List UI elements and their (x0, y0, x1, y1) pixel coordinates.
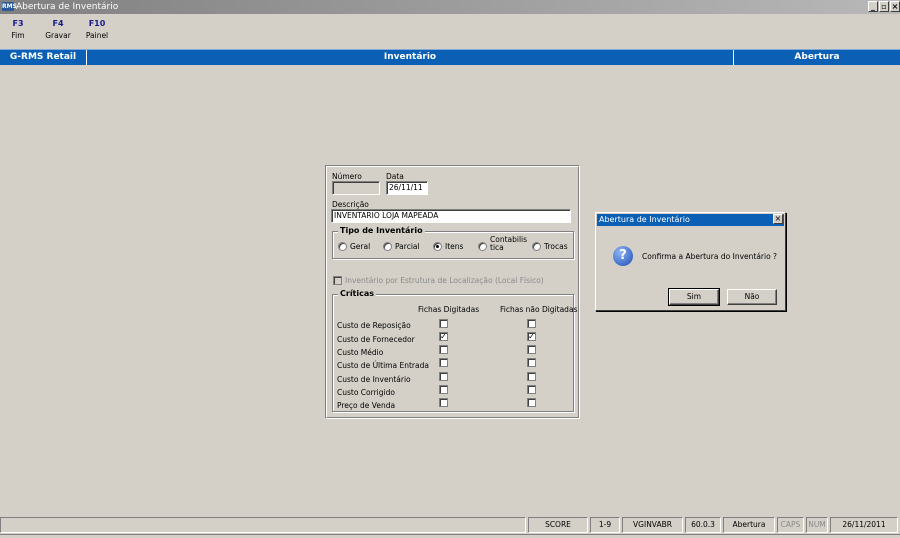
status-message (0, 517, 526, 533)
radio-trocas[interactable] (532, 242, 541, 251)
fkey-label: Painel (85, 31, 109, 40)
status-date: 26/11/2011 (830, 517, 898, 533)
critica-label: Custo de Fornecedor (337, 335, 415, 344)
custo-medio-digitadas-checkbox[interactable] (439, 345, 448, 354)
dialog-title: Abertura de Inventário (597, 214, 784, 226)
custo-reposicao-digitadas-checkbox[interactable] (439, 319, 448, 328)
criticas-group: Críticas Fichas Digitadas Fichas não Dig… (332, 289, 578, 412)
col-fichas-nao-digitadas: Fichas não Digitadas (500, 305, 578, 314)
critica-label: Custo Médio (337, 348, 384, 357)
radio-itens-label: Itens (445, 242, 464, 251)
fkey-code: F3 (12, 19, 24, 28)
function-key-toolbar: F3 Fim F4 Gravar F10 Painel (0, 14, 900, 46)
header-module: Inventário (383, 52, 437, 62)
critica-label: Custo de Última Entrada (337, 361, 429, 370)
radio-itens[interactable] (433, 242, 442, 251)
header-action: Abertura (794, 52, 840, 62)
preco-venda-digitadas-checkbox[interactable] (439, 398, 448, 407)
critica-label: Custo de Inventário (337, 375, 411, 384)
status-version: 60.0.3 (685, 517, 721, 533)
numero-label: Número (332, 172, 362, 181)
minimize-button[interactable]: _ (868, 1, 878, 12)
custo-inventario-nao-digitadas-checkbox[interactable] (527, 372, 536, 381)
header-app-name: G-RMS Retail (9, 52, 77, 62)
fkey-label: Fim (11, 31, 25, 40)
custo-ultima-entrada-digitadas-checkbox[interactable] (439, 358, 448, 367)
no-button[interactable]: Não (727, 289, 777, 305)
tipo-inventario-title: Tipo de Inventário (338, 226, 425, 236)
radio-parcial-label: Parcial (395, 242, 420, 251)
radio-geral[interactable] (338, 242, 347, 251)
custo-corrigido-digitadas-checkbox[interactable] (439, 385, 448, 394)
tipo-inventario-group: Tipo de Inventário Geral Parcial Itens C… (332, 226, 574, 259)
custo-reposicao-nao-digitadas-checkbox[interactable] (527, 319, 536, 328)
restore-button[interactable]: ▫ (879, 1, 889, 12)
custo-inventario-digitadas-checkbox[interactable] (439, 372, 448, 381)
radio-parcial[interactable] (383, 242, 392, 251)
question-icon: ? (613, 246, 633, 266)
data-label: Data (386, 172, 404, 181)
custo-fornecedor-nao-digitadas-checkbox[interactable]: ✓ (527, 332, 536, 341)
status-mode: Abertura (723, 517, 775, 533)
col-fichas-digitadas: Fichas Digitadas (418, 305, 480, 314)
critica-label: Custo de Reposição (337, 321, 411, 330)
descricao-field[interactable]: INVENTARIO LOJA MAPEADA (331, 209, 571, 223)
dialog-close-button[interactable]: × (773, 214, 783, 224)
f3-fim-button[interactable]: F3 Fim (6, 18, 30, 41)
custo-ultima-entrada-nao-digitadas-checkbox[interactable] (527, 358, 536, 367)
radio-trocas-label: Trocas (544, 242, 568, 251)
status-range: 1-9 (590, 517, 620, 533)
close-button[interactable]: × (890, 1, 900, 12)
status-score: SCORE (528, 517, 588, 533)
window-title: Abertura de Inventário (16, 2, 119, 12)
fkey-label: Gravar (45, 31, 71, 40)
app-icon: RMS (2, 2, 17, 11)
criticas-title: Críticas (338, 289, 377, 299)
fkey-code: F10 (88, 19, 106, 28)
critica-label: Custo Corrigido (337, 388, 395, 397)
critica-label: Preço de Venda (337, 401, 396, 410)
module-header: G-RMS Retail Inventário Abertura (0, 49, 900, 65)
numero-field (332, 181, 380, 195)
window-titlebar: RMS Abertura de Inventário _ ▫ × (0, 0, 900, 14)
custo-fornecedor-digitadas-checkbox[interactable]: ✓ (439, 332, 448, 341)
status-num: NUM (806, 517, 828, 533)
custo-medio-nao-digitadas-checkbox[interactable] (527, 345, 536, 354)
radio-geral-label: Geral (350, 242, 371, 251)
radio-contabilistica-label: Contabilis tica (490, 235, 528, 252)
status-bar: SCORE 1-9 VGINVABR 60.0.3 Abertura CAPS … (0, 517, 900, 533)
bottom-strip (0, 534, 900, 538)
estrutura-checkbox[interactable] (333, 276, 342, 285)
yes-button[interactable]: Sim (668, 288, 720, 306)
estrutura-label: Inventário por Estrutura de Localização … (345, 276, 544, 285)
f10-painel-button[interactable]: F10 Painel (84, 18, 110, 41)
status-program: VGINVABR (622, 517, 683, 533)
preco-venda-nao-digitadas-checkbox[interactable] (527, 398, 536, 407)
confirm-dialog: Abertura de Inventário × ? Confirma a Ab… (595, 212, 786, 311)
custo-corrigido-nao-digitadas-checkbox[interactable] (527, 385, 536, 394)
radio-contabilistica[interactable] (478, 242, 487, 251)
status-caps: CAPS (777, 517, 804, 533)
f4-gravar-button[interactable]: F4 Gravar (44, 18, 72, 41)
descricao-label: Descrição (332, 200, 369, 209)
inventory-form: Número Data 26/11/11 Descrição INVENTARI… (325, 165, 580, 419)
dialog-message: Confirma a Abertura do Inventário ? (642, 252, 778, 261)
data-field[interactable]: 26/11/11 (386, 181, 428, 195)
fkey-code: F4 (52, 19, 64, 28)
